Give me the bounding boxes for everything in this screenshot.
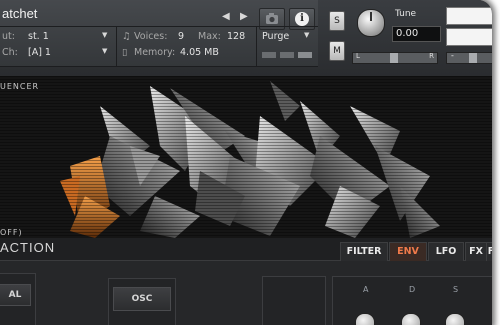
section-tab-bar: ACTION FILTER ENV LFO FX F bbox=[0, 238, 492, 261]
meter-right bbox=[280, 52, 294, 58]
tab-filter[interactable]: FILTER bbox=[340, 242, 388, 261]
volume-slider[interactable]: - bbox=[446, 51, 492, 64]
tune-value[interactable]: 0.00 bbox=[392, 26, 441, 42]
envelope-module: A D S bbox=[332, 276, 492, 325]
instrument-header: atchet ◀ ▶ i ut: st. 1 ▼ Ch: [A] 1 ▼ ♫ V… bbox=[0, 0, 492, 76]
memory-label: Memory: bbox=[134, 47, 176, 58]
midi-channel-dropdown-icon[interactable]: ▼ bbox=[102, 47, 107, 55]
volume-handle[interactable] bbox=[469, 53, 477, 63]
output-label: ut: bbox=[2, 31, 15, 42]
next-instrument-arrow-icon[interactable]: ▶ bbox=[240, 11, 248, 22]
meter-peak bbox=[298, 52, 312, 58]
mute-button[interactable]: M bbox=[329, 41, 345, 61]
env-decay-knob[interactable] bbox=[401, 313, 421, 325]
center-module bbox=[262, 276, 326, 325]
tab-env[interactable]: ENV bbox=[389, 242, 427, 261]
solo-button[interactable]: S bbox=[329, 11, 345, 31]
memory-icon: ▯ bbox=[122, 47, 128, 58]
info-icon: i bbox=[295, 12, 309, 26]
osc-button[interactable]: OSC bbox=[113, 287, 171, 311]
voices-value: 9 bbox=[178, 31, 185, 42]
left-module: AL bbox=[0, 273, 36, 325]
pan-left-label: L bbox=[356, 52, 360, 60]
tune-label: Tune bbox=[395, 9, 417, 19]
section-title: ACTION bbox=[0, 240, 56, 255]
output-value[interactable]: st. 1 bbox=[28, 31, 49, 42]
header-main-panel: atchet ◀ ▶ i ut: st. 1 ▼ Ch: [A] 1 ▼ ♫ V… bbox=[0, 0, 318, 67]
left-module-button[interactable]: AL bbox=[0, 284, 31, 306]
env-attack-label: A bbox=[363, 285, 369, 294]
max-voices-label: Max: bbox=[198, 31, 221, 42]
voices-label: Voices: bbox=[134, 31, 168, 42]
output-meter-bottom bbox=[446, 28, 492, 46]
output-meter-top bbox=[446, 7, 492, 25]
env-sustain-knob[interactable] bbox=[445, 313, 465, 325]
tab-lfo[interactable]: LFO bbox=[428, 242, 464, 261]
memory-value: 4.05 MB bbox=[180, 47, 219, 58]
instrument-artwork: UENCER OFF) bbox=[0, 76, 492, 238]
midi-channel-value[interactable]: [A] 1 bbox=[28, 47, 51, 58]
purge-menu[interactable]: Purge bbox=[262, 31, 289, 42]
tab-more[interactable]: F bbox=[486, 242, 492, 261]
env-sustain-label: S bbox=[453, 285, 459, 294]
output-dropdown-icon[interactable]: ▼ bbox=[102, 31, 107, 39]
midi-channel-label: Ch: bbox=[2, 47, 18, 58]
sequencer-off-label[interactable]: OFF) bbox=[0, 228, 23, 237]
pan-slider[interactable]: L R bbox=[352, 52, 438, 64]
prev-instrument-arrow-icon[interactable]: ◀ bbox=[222, 11, 230, 22]
env-attack-knob[interactable] bbox=[355, 313, 375, 325]
meter-left bbox=[262, 52, 276, 58]
osc-module: OSC bbox=[108, 278, 176, 325]
max-voices-value[interactable]: 128 bbox=[227, 31, 245, 42]
voices-icon: ♫ bbox=[122, 31, 131, 42]
instrument-title[interactable]: atchet bbox=[2, 6, 37, 21]
purge-dropdown-icon[interactable]: ▼ bbox=[304, 31, 309, 39]
pan-handle[interactable] bbox=[390, 53, 398, 63]
tab-fx[interactable]: FX bbox=[465, 242, 487, 261]
pan-right-label: R bbox=[429, 52, 434, 60]
instrument-window: atchet ◀ ▶ i ut: st. 1 ▼ Ch: [A] 1 ▼ ♫ V… bbox=[0, 0, 492, 325]
shards-artwork-image bbox=[0, 76, 492, 238]
env-decay-label: D bbox=[409, 285, 416, 294]
sequencer-label: UENCER bbox=[0, 82, 40, 91]
tune-knob[interactable] bbox=[357, 9, 385, 37]
bottom-panel: ACTION FILTER ENV LFO FX F AL OSC A D S bbox=[0, 238, 492, 325]
